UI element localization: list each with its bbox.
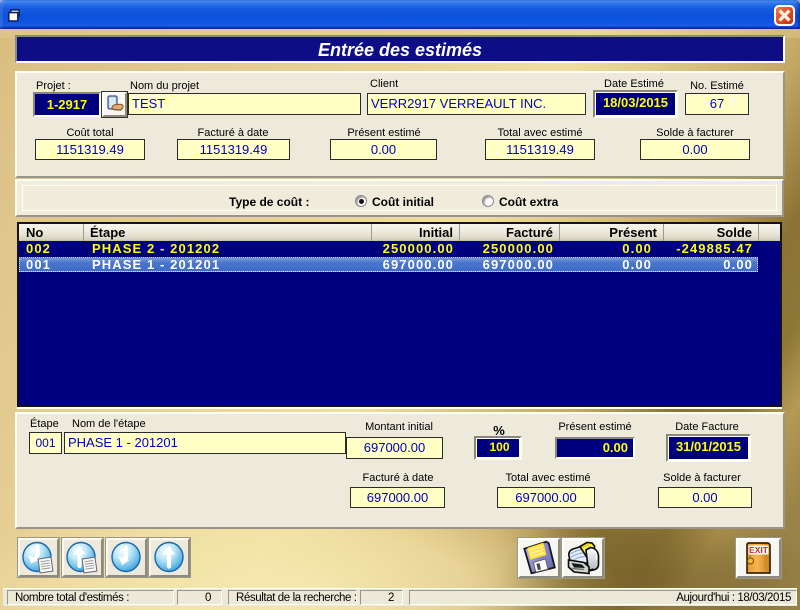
svg-text:EXIT: EXIT (749, 545, 769, 555)
